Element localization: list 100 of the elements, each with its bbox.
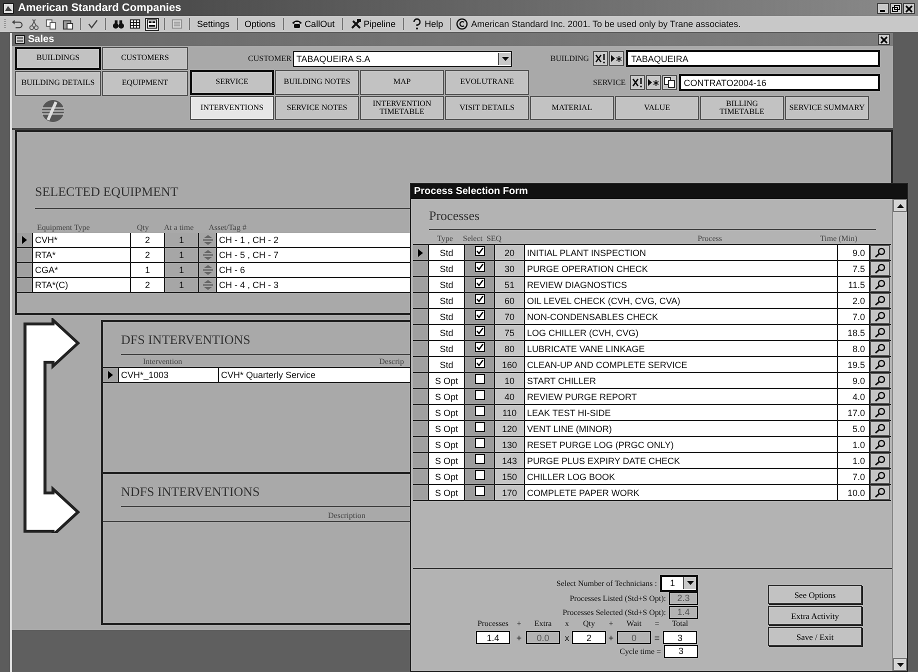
- search-icon[interactable]: [874, 375, 886, 386]
- checkbox[interactable]: [474, 390, 484, 400]
- checkbox[interactable]: [474, 326, 484, 336]
- row-selector[interactable]: [17, 263, 33, 277]
- tab[interactable]: EVOLUTRANE: [445, 70, 529, 95]
- search-icon[interactable]: [874, 471, 886, 482]
- search-icon[interactable]: [874, 263, 886, 274]
- row-selector[interactable]: [17, 248, 33, 262]
- building-field[interactable]: TABAQUEIRA: [626, 50, 880, 67]
- close-icon[interactable]: [904, 4, 914, 12]
- tab[interactable]: SERVICE NOTES: [275, 96, 359, 120]
- copy-icon[interactable]: [662, 76, 676, 89]
- value-field[interactable]: 1.4: [476, 631, 510, 644]
- tab[interactable]: MAP: [360, 70, 444, 95]
- row-selector[interactable]: [413, 437, 429, 452]
- spinner-icon[interactable]: [202, 234, 214, 246]
- toolbar-button[interactable]: Help: [408, 18, 446, 30]
- checkbox[interactable]: [474, 278, 484, 288]
- value-field[interactable]: 2: [572, 631, 606, 644]
- row-selector[interactable]: [413, 389, 429, 404]
- checkbox[interactable]: [474, 262, 484, 272]
- row-selector[interactable]: [413, 485, 429, 500]
- form-icon[interactable]: [146, 18, 158, 30]
- spinner-icon[interactable]: [202, 279, 214, 291]
- nav-button[interactable]: CUSTOMERS: [102, 47, 188, 70]
- tab[interactable]: MATERIAL: [530, 96, 614, 120]
- form-button[interactable]: See Options: [768, 585, 862, 604]
- search-icon[interactable]: [874, 327, 886, 338]
- form-button[interactable]: Extra Activity: [768, 606, 862, 625]
- form-button[interactable]: Save / Exit: [768, 627, 862, 646]
- toolbar-button[interactable]: Settings: [195, 19, 232, 29]
- search-icon[interactable]: [874, 423, 886, 434]
- value-field[interactable]: 3: [663, 631, 697, 644]
- spinner-icon[interactable]: [202, 249, 214, 261]
- tab[interactable]: INTERVENTION TIMETABLE: [360, 96, 444, 120]
- checkbox[interactable]: [474, 486, 484, 496]
- spinner-icon[interactable]: [202, 264, 214, 276]
- search-icon[interactable]: [874, 359, 886, 370]
- tab[interactable]: VALUE: [615, 96, 699, 120]
- service-field[interactable]: CONTRATO2004-16: [678, 74, 880, 91]
- row-selector[interactable]: [17, 278, 33, 292]
- tab[interactable]: INTERVENTIONS: [190, 96, 274, 120]
- scroll-down-icon[interactable]: [896, 662, 904, 666]
- search-icon[interactable]: [874, 343, 886, 354]
- row-selector[interactable]: [413, 421, 429, 436]
- row-selector[interactable]: [413, 357, 429, 372]
- nav-button[interactable]: BUILDINGS: [15, 47, 101, 70]
- value-field[interactable]: 3: [664, 644, 698, 658]
- row-selector[interactable]: [103, 368, 119, 382]
- scroll-up-icon[interactable]: [896, 204, 904, 208]
- undo-icon[interactable]: [11, 18, 23, 30]
- search-icon[interactable]: [874, 279, 886, 290]
- checkbox[interactable]: [474, 246, 484, 256]
- row-selector[interactable]: [17, 233, 33, 247]
- search-icon[interactable]: [874, 439, 886, 450]
- row-selector[interactable]: [413, 309, 429, 324]
- row-selector[interactable]: [413, 453, 429, 468]
- checkbox[interactable]: [474, 454, 484, 464]
- search-icon[interactable]: [874, 391, 886, 402]
- search-icon[interactable]: [874, 455, 886, 466]
- tab[interactable]: SERVICE SUMMARY: [785, 96, 869, 120]
- close-icon[interactable]: [879, 35, 889, 44]
- row-selector[interactable]: [413, 405, 429, 420]
- customer-dropdown[interactable]: TABAQUEIRA S.A: [293, 50, 512, 66]
- tab[interactable]: VISIT DETAILS: [445, 96, 529, 120]
- row-selector[interactable]: [413, 293, 429, 308]
- restore-icon[interactable]: [891, 4, 901, 12]
- copy-icon[interactable]: [45, 18, 57, 30]
- checkbox[interactable]: [474, 294, 484, 304]
- nav-button[interactable]: EQUIPMENT: [102, 71, 188, 96]
- checkbox[interactable]: [474, 374, 484, 384]
- toolbar-button[interactable]: Pipeline: [348, 18, 398, 30]
- search-icon[interactable]: [874, 311, 886, 322]
- row-selector[interactable]: [413, 373, 429, 388]
- checkbox[interactable]: [474, 358, 484, 368]
- search-icon[interactable]: [874, 487, 886, 498]
- row-selector[interactable]: [413, 469, 429, 484]
- toolbar-button[interactable]: CallOut: [288, 18, 337, 30]
- checkbox[interactable]: [474, 470, 484, 480]
- next-new-icon[interactable]: [646, 76, 660, 89]
- tab[interactable]: BUILDING NOTES: [275, 70, 359, 95]
- search-icon[interactable]: [874, 407, 886, 418]
- clear-icon[interactable]: [594, 52, 608, 65]
- checkbox[interactable]: [474, 310, 484, 320]
- search-icon[interactable]: [874, 295, 886, 306]
- scissors-icon[interactable]: [28, 18, 40, 30]
- row-selector[interactable]: [413, 245, 429, 260]
- row-selector[interactable]: [413, 261, 429, 276]
- binoculars-icon[interactable]: [112, 18, 124, 30]
- tab[interactable]: SERVICE: [190, 70, 274, 95]
- row-selector[interactable]: [413, 341, 429, 356]
- tab[interactable]: BILLING TIMETABLE: [700, 96, 784, 120]
- search-icon[interactable]: [874, 247, 886, 258]
- paste-icon[interactable]: [62, 18, 74, 30]
- checkbox[interactable]: [474, 406, 484, 416]
- checkbox[interactable]: [474, 342, 484, 352]
- row-selector[interactable]: [413, 325, 429, 340]
- next-new-icon[interactable]: [610, 52, 624, 65]
- nav-button[interactable]: BUILDING DETAILS: [15, 71, 101, 96]
- technicians-dropdown[interactable]: 1: [660, 574, 698, 592]
